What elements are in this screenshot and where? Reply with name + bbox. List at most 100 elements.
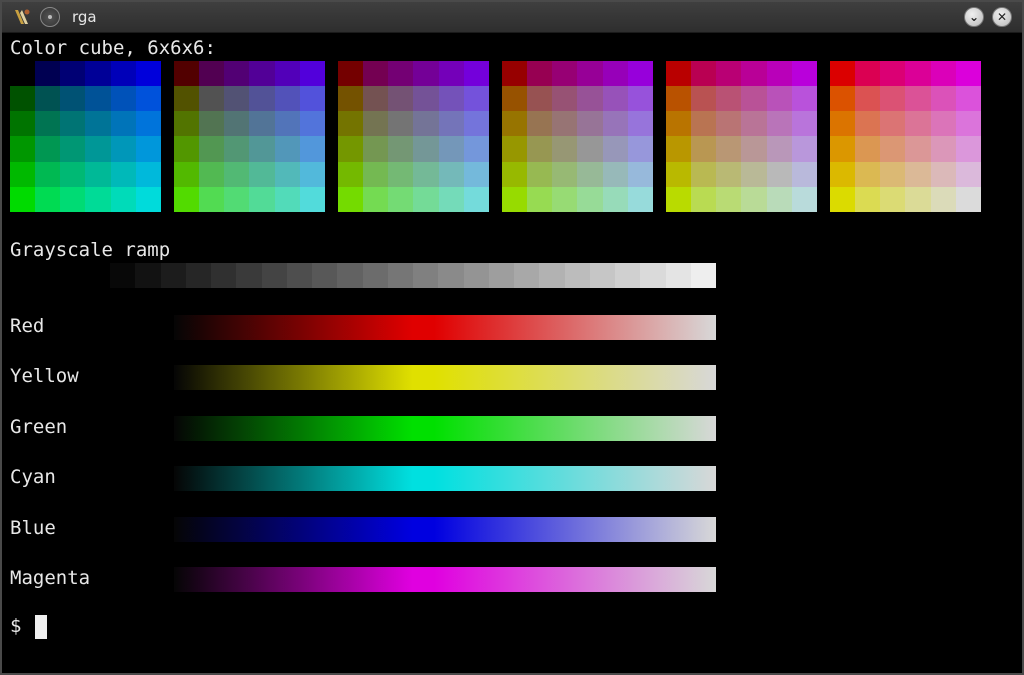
color-cell <box>627 186 653 212</box>
color-cell <box>666 111 692 137</box>
color-cell <box>502 186 528 212</box>
gray-step <box>185 263 211 288</box>
color-cell <box>716 111 742 137</box>
color-cell <box>955 186 981 212</box>
color-cell <box>955 161 981 187</box>
color-cell <box>955 111 981 137</box>
chevron-down-icon[interactable]: ⌄ <box>964 7 984 27</box>
color-cell <box>274 186 300 212</box>
gray-step <box>387 263 413 288</box>
color-cell <box>60 136 86 162</box>
gray-step <box>312 263 338 288</box>
color-cell <box>388 86 414 112</box>
gray-step <box>110 263 136 288</box>
color-cube-block <box>10 61 161 212</box>
color-cell <box>855 111 881 137</box>
close-icon[interactable]: ✕ <box>992 7 1012 27</box>
color-cell <box>224 161 250 187</box>
color-cell <box>110 111 136 137</box>
color-cell <box>199 186 225 212</box>
color-cell <box>463 86 489 112</box>
color-cell <box>224 136 250 162</box>
color-cell <box>602 86 628 112</box>
color-cell <box>35 86 61 112</box>
color-cube-block <box>830 61 981 212</box>
color-cell <box>930 111 956 137</box>
gray-step <box>539 263 565 288</box>
color-cell <box>766 136 792 162</box>
ramp-label: Magenta <box>10 567 91 589</box>
terminal-area[interactable]: Color cube, 6x6x6: Grayscale ramp Red Yel… <box>2 33 1022 673</box>
color-cube-block <box>174 61 325 212</box>
color-cell <box>502 111 528 137</box>
color-cell <box>338 136 364 162</box>
color-cell <box>502 61 528 87</box>
color-cell <box>135 186 161 212</box>
color-cell <box>955 61 981 87</box>
color-ramp-bar <box>174 315 716 340</box>
color-cell <box>666 86 692 112</box>
gray-step <box>690 263 716 288</box>
color-cell <box>830 161 856 187</box>
color-cell <box>666 136 692 162</box>
gray-step <box>564 263 590 288</box>
color-cell <box>880 86 906 112</box>
color-cell <box>299 136 325 162</box>
color-cell <box>199 111 225 137</box>
color-cell <box>880 111 906 137</box>
color-cell <box>666 61 692 87</box>
gray-step <box>589 263 615 288</box>
color-cell <box>299 61 325 87</box>
color-cell <box>830 86 856 112</box>
color-cell <box>577 111 603 137</box>
color-cell <box>855 161 881 187</box>
color-cell <box>249 186 275 212</box>
color-cell <box>199 136 225 162</box>
color-cell <box>413 111 439 137</box>
gray-step <box>438 263 464 288</box>
color-cell <box>85 111 111 137</box>
color-cell <box>830 61 856 87</box>
color-cell <box>741 86 767 112</box>
gray-step <box>362 263 388 288</box>
color-cell <box>413 61 439 87</box>
color-cell <box>691 161 717 187</box>
color-cell <box>35 136 61 162</box>
color-cell <box>274 86 300 112</box>
gray-step <box>514 263 540 288</box>
color-cell <box>716 136 742 162</box>
gray-step <box>236 263 262 288</box>
color-cell <box>502 86 528 112</box>
color-cell <box>855 186 881 212</box>
color-cube-block <box>338 61 489 212</box>
color-cell <box>627 61 653 87</box>
color-cell <box>552 136 578 162</box>
color-cell <box>463 136 489 162</box>
ramp-label: Yellow <box>10 365 79 387</box>
color-cell <box>830 186 856 212</box>
gray-step <box>337 263 363 288</box>
color-cell <box>766 86 792 112</box>
color-cell <box>299 161 325 187</box>
color-cell <box>905 186 931 212</box>
color-cell <box>85 136 111 162</box>
color-cell <box>741 186 767 212</box>
color-cell <box>691 86 717 112</box>
color-cell <box>905 61 931 87</box>
ramp-label: Green <box>10 416 68 438</box>
color-cell <box>413 186 439 212</box>
window-menu-icon[interactable] <box>40 7 60 27</box>
color-cell <box>413 161 439 187</box>
color-cell <box>338 161 364 187</box>
color-cell <box>224 61 250 87</box>
color-cell <box>905 86 931 112</box>
color-cell <box>110 186 136 212</box>
terminal-window: rga ⌄ ✕ Color cube, 6x6x6: Grayscale ram… <box>0 0 1024 675</box>
color-cell <box>830 111 856 137</box>
title-bar[interactable]: rga ⌄ ✕ <box>2 2 1022 33</box>
terminal-app-icon[interactable] <box>12 7 32 27</box>
color-cell <box>388 111 414 137</box>
color-cell <box>363 161 389 187</box>
color-cell <box>35 186 61 212</box>
color-cell <box>110 161 136 187</box>
